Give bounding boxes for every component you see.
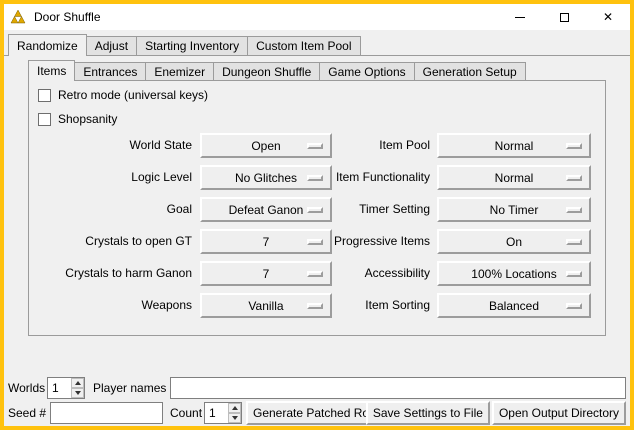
- spinner-up-button[interactable]: [228, 403, 241, 413]
- window-title: Door Shuffle: [34, 10, 101, 24]
- item-sorting-dropdown[interactable]: Balanced: [437, 293, 591, 318]
- arrow-up-icon: [75, 381, 81, 385]
- subtab-items[interactable]: Items: [28, 60, 75, 81]
- open-output-directory-button[interactable]: Open Output Directory: [492, 401, 626, 425]
- worlds-spinner-buttons: [71, 378, 84, 398]
- dropdown-indicator-icon: [566, 207, 582, 213]
- close-button[interactable]: ✕: [586, 4, 630, 30]
- bottom-right-buttons: Save Settings to File Open Output Direct…: [366, 401, 626, 425]
- count-value: 1: [209, 403, 216, 423]
- weapons-label: Weapons: [30, 293, 192, 318]
- tab-starting-inventory[interactable]: Starting Inventory: [136, 36, 248, 55]
- accessibility-dropdown[interactable]: 100% Locations: [437, 261, 591, 286]
- subtab-dungeon-shuffle[interactable]: Dungeon Shuffle: [213, 62, 320, 80]
- player-names-input[interactable]: [170, 377, 626, 399]
- progressive-items-label: Progressive Items: [250, 229, 430, 254]
- subtab-enemizer[interactable]: Enemizer: [145, 62, 214, 80]
- maximize-button[interactable]: [542, 4, 586, 30]
- accessibility-label: Accessibility: [250, 261, 430, 286]
- item-functionality-label: Item Functionality: [250, 165, 430, 190]
- shopsanity-label[interactable]: Shopsanity: [58, 111, 117, 127]
- minimize-icon: [515, 17, 525, 18]
- item-pool-label: Item Pool: [250, 133, 430, 158]
- main-tabrow-divider: [4, 55, 630, 56]
- item-pool-dropdown[interactable]: Normal: [437, 133, 591, 158]
- progressive-items-value: On: [506, 235, 522, 249]
- tab-randomize-label: Randomize: [17, 39, 78, 53]
- item-pool-value: Normal: [495, 139, 534, 153]
- spinner-up-button[interactable]: [71, 378, 84, 388]
- subtab-generation-setup[interactable]: Generation Setup: [414, 62, 526, 80]
- goal-label: Goal: [30, 197, 192, 222]
- subtab-enemizer-label: Enemizer: [154, 65, 205, 79]
- worlds-label: Worlds: [8, 377, 45, 399]
- count-spinner[interactable]: 1: [204, 402, 242, 424]
- worlds-value: 1: [52, 378, 59, 398]
- tab-custom-item-pool[interactable]: Custom Item Pool: [247, 36, 360, 55]
- crystals-open-gt-label: Crystals to open GT: [30, 229, 192, 254]
- sub-tabrow: Items Entrances Enemizer Dungeon Shuffle…: [28, 59, 525, 80]
- tab-adjust[interactable]: Adjust: [86, 36, 137, 55]
- app-icon: [10, 9, 26, 25]
- spinner-down-button[interactable]: [71, 388, 84, 398]
- door-shuffle-window: Door Shuffle ✕ Randomize Adjust Starting…: [0, 0, 634, 430]
- seed-input[interactable]: [50, 402, 163, 424]
- timer-setting-value: No Timer: [490, 203, 539, 217]
- accessibility-value: 100% Locations: [471, 267, 556, 281]
- arrow-up-icon: [232, 406, 238, 410]
- item-sorting-label: Item Sorting: [250, 293, 430, 318]
- subtab-game-options-label: Game Options: [328, 65, 405, 79]
- save-settings-button[interactable]: Save Settings to File: [366, 401, 490, 425]
- tab-adjust-label: Adjust: [95, 39, 128, 53]
- item-functionality-dropdown[interactable]: Normal: [437, 165, 591, 190]
- subtab-dungeon-shuffle-label: Dungeon Shuffle: [222, 65, 311, 79]
- sub-tabrow-divider: [28, 80, 606, 81]
- arrow-down-icon: [75, 391, 81, 395]
- player-names-label: Player names: [93, 377, 166, 399]
- close-icon: ✕: [603, 11, 613, 23]
- tab-randomize[interactable]: Randomize: [8, 34, 87, 56]
- crystals-harm-ganon-label: Crystals to harm Ganon: [30, 261, 192, 286]
- minimize-button[interactable]: [498, 4, 542, 30]
- seed-label: Seed #: [8, 402, 46, 424]
- timer-setting-dropdown[interactable]: No Timer: [437, 197, 591, 222]
- tab-custom-item-pool-label: Custom Item Pool: [256, 39, 351, 53]
- dropdown-indicator-icon: [566, 175, 582, 181]
- item-functionality-value: Normal: [495, 171, 534, 185]
- main-tabrow: Randomize Adjust Starting Inventory Cust…: [8, 33, 360, 55]
- dropdown-indicator-icon: [566, 143, 582, 149]
- progressive-items-dropdown[interactable]: On: [437, 229, 591, 254]
- subtab-entrances-label: Entrances: [83, 65, 137, 79]
- subtab-entrances[interactable]: Entrances: [74, 62, 146, 80]
- shopsanity-checkbox[interactable]: [38, 113, 51, 126]
- count-label: Count: [170, 402, 202, 424]
- logic-level-label: Logic Level: [30, 165, 192, 190]
- spinner-down-button[interactable]: [228, 413, 241, 423]
- tab-starting-inventory-label: Starting Inventory: [145, 39, 239, 53]
- maximize-icon: [560, 13, 569, 22]
- subtab-items-label: Items: [37, 64, 66, 78]
- world-state-label: World State: [30, 133, 192, 158]
- dropdown-indicator-icon: [566, 271, 582, 277]
- item-sorting-value: Balanced: [489, 299, 539, 313]
- subtab-generation-setup-label: Generation Setup: [423, 65, 517, 79]
- retro-mode-label[interactable]: Retro mode (universal keys): [58, 87, 208, 103]
- arrow-down-icon: [232, 416, 238, 420]
- dropdown-indicator-icon: [566, 303, 582, 309]
- subtab-game-options[interactable]: Game Options: [319, 62, 414, 80]
- retro-mode-checkbox[interactable]: [38, 89, 51, 102]
- count-spinner-buttons: [228, 403, 241, 423]
- timer-setting-label: Timer Setting: [250, 197, 430, 222]
- dropdown-indicator-icon: [566, 239, 582, 245]
- titlebar: Door Shuffle ✕: [4, 4, 630, 30]
- worlds-spinner[interactable]: 1: [47, 377, 85, 399]
